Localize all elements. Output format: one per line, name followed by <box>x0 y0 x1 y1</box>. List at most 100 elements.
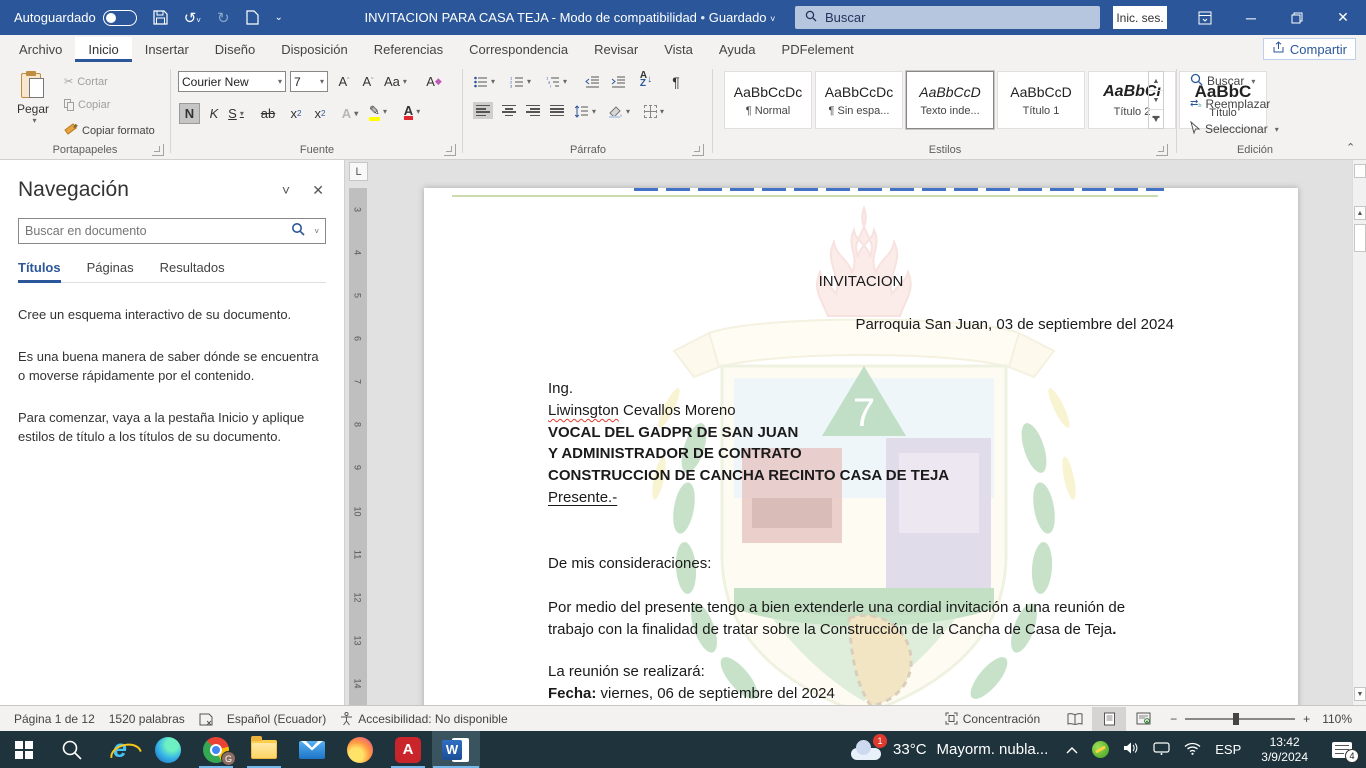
paragraph-dialog-launcher[interactable] <box>692 144 704 156</box>
superscript-button[interactable]: x2 <box>310 103 330 124</box>
new-document-icon[interactable] <box>246 10 259 25</box>
cast-tray-icon[interactable] <box>1153 742 1170 758</box>
search-options-chevron-icon[interactable]: ˅ <box>314 227 319 236</box>
word-count[interactable]: 1520 palabras <box>109 712 185 726</box>
antivirus-tray-icon[interactable] <box>1092 741 1109 758</box>
clipboard-dialog-launcher[interactable] <box>152 144 164 156</box>
document-search-box[interactable]: ˅ <box>18 218 326 244</box>
close-button[interactable]: ✕ <box>1320 0 1366 35</box>
tab-ayuda[interactable]: Ayuda <box>706 37 769 62</box>
sort-icon[interactable]: AZ↓ <box>636 69 656 90</box>
tab-diseno[interactable]: Diseño <box>202 37 268 62</box>
styles-scroll-down-icon[interactable]: ▼ <box>1149 90 1163 109</box>
page-indicator[interactable]: Página 1 de 12 <box>14 712 95 726</box>
pilcrow-icon[interactable]: ¶ <box>666 71 686 92</box>
numbering-icon[interactable]: 123▾ <box>510 71 531 92</box>
wifi-icon[interactable] <box>1184 742 1201 758</box>
volume-icon[interactable] <box>1123 741 1139 758</box>
style-normal[interactable]: AaBbCcDc¶ Normal <box>724 71 812 129</box>
document-page[interactable]: 7 <box>424 188 1298 705</box>
tab-pdfelement[interactable]: PDFelement <box>769 37 867 62</box>
web-layout-icon[interactable] <box>1126 707 1160 731</box>
styles-gallery-more-icon[interactable]: ▬▼ <box>1149 109 1163 128</box>
styles-scroll-up-icon[interactable]: ▲ <box>1149 72 1163 90</box>
vertical-scrollbar[interactable]: ▲ ▼ <box>1352 160 1366 705</box>
undo-icon[interactable]: ↺˅ <box>184 9 201 27</box>
zoom-thumb[interactable] <box>1233 713 1239 725</box>
scroll-down-icon[interactable]: ▼ <box>1354 687 1366 701</box>
doc-date-line[interactable]: Parroquia San Juan, 03 de septiembre del… <box>855 314 1174 336</box>
navpane-tab-paginas[interactable]: Páginas <box>87 260 134 283</box>
zoom-level[interactable]: 110% <box>1322 712 1352 726</box>
autosave-toggle[interactable] <box>103 10 137 26</box>
print-layout-icon[interactable] <box>1092 707 1126 731</box>
ribbon-display-options-icon[interactable] <box>1182 0 1228 35</box>
replace-button[interactable]: ⇄ᵇReemplazar <box>1190 97 1270 111</box>
navpane-tab-titulos[interactable]: Títulos <box>18 260 61 283</box>
decrease-indent-icon[interactable] <box>582 71 602 92</box>
tab-correspondencia[interactable]: Correspondencia <box>456 37 581 62</box>
search-icon[interactable] <box>291 222 305 241</box>
highlight-color-button[interactable]: ✎▾ <box>368 101 388 122</box>
font-size-combo[interactable]: 7▾ <box>290 71 328 92</box>
restore-button[interactable] <box>1274 0 1320 35</box>
zoom-in-icon[interactable]: + <box>1303 712 1310 726</box>
line-spacing-icon[interactable]: ▾ <box>574 101 596 122</box>
strikethrough-button[interactable]: ab <box>258 103 278 124</box>
select-button[interactable]: Seleccionar▾ <box>1190 121 1279 137</box>
find-button[interactable]: Buscar▾ <box>1190 73 1255 89</box>
document-search-input[interactable] <box>25 224 285 238</box>
navpane-tab-resultados[interactable]: Resultados <box>160 260 225 283</box>
read-mode-icon[interactable] <box>1058 707 1092 731</box>
align-right-button[interactable] <box>526 105 540 116</box>
align-center-button[interactable] <box>502 105 516 116</box>
subscript-button[interactable]: x2 <box>286 103 306 124</box>
language-tray[interactable]: ESP <box>1215 742 1241 757</box>
doc-salutation[interactable]: De mis consideraciones: <box>548 553 711 575</box>
scroll-up-icon[interactable]: ▲ <box>1354 206 1366 220</box>
bold-button[interactable]: N <box>179 103 200 124</box>
focus-mode-button[interactable]: Concentración <box>945 712 1040 726</box>
language-indicator[interactable]: Español (Ecuador) <box>227 712 326 726</box>
quick-access-chevron-icon[interactable]: ⌄ <box>275 12 283 23</box>
acrobat-icon[interactable]: A <box>384 731 432 768</box>
document-canvas[interactable]: 7 <box>368 160 1352 705</box>
shrink-font-icon[interactable]: Aˇ <box>358 71 378 92</box>
styles-dialog-launcher[interactable] <box>1156 144 1168 156</box>
tab-disposicion[interactable]: Disposición <box>268 37 360 62</box>
borders-icon[interactable]: ▾ <box>644 101 664 122</box>
word-icon[interactable]: W <box>432 731 480 768</box>
chrome-icon[interactable]: G <box>192 731 240 768</box>
tab-insertar[interactable]: Insertar <box>132 37 202 62</box>
bullets-icon[interactable]: ▾ <box>474 71 495 92</box>
accessibility-status[interactable]: Accesibilidad: No disponible <box>340 712 507 726</box>
tab-revisar[interactable]: Revisar <box>581 37 651 62</box>
multilevel-list-icon[interactable]: 1ai▾ <box>546 71 567 92</box>
format-painter-button[interactable]: Copiar formato <box>64 123 155 139</box>
style-texto-independiente[interactable]: AaBbCcDTexto inde... <box>906 71 994 129</box>
italic-button[interactable]: K <box>204 103 224 124</box>
weather-widget[interactable]: 1 33°C Mayorm. nubla... <box>849 740 1048 760</box>
file-explorer-icon[interactable] <box>240 731 288 768</box>
font-color-button[interactable]: A▾ <box>402 101 422 122</box>
tab-vista[interactable]: Vista <box>651 37 706 62</box>
edge-icon[interactable] <box>144 731 192 768</box>
save-icon[interactable] <box>153 10 168 25</box>
paste-chevron-icon[interactable]: ▾ <box>13 116 56 125</box>
mail-icon[interactable] <box>288 731 336 768</box>
doc-address-block[interactable]: Ing. Liwinsgton Cevallos Moreno VOCAL DE… <box>548 378 949 509</box>
increase-indent-icon[interactable] <box>608 71 628 92</box>
underline-button[interactable]: S▾ <box>226 103 246 124</box>
paste-button[interactable]: Pegar ▾ <box>10 71 56 125</box>
sign-in-button[interactable]: Inic. ses. <box>1113 6 1167 29</box>
scrollbar-thumb[interactable] <box>1354 224 1366 252</box>
start-button[interactable] <box>0 731 48 768</box>
ruler-toggle-button[interactable] <box>1354 164 1366 178</box>
tab-referencias[interactable]: Referencias <box>361 37 456 62</box>
tab-stop-selector[interactable]: L <box>349 162 368 181</box>
doc-body-paragraph[interactable]: Por medio del presente tengo a bien exte… <box>548 597 1125 641</box>
zoom-out-icon[interactable]: − <box>1170 712 1177 726</box>
internet-explorer-icon[interactable]: e <box>96 731 144 768</box>
change-case-icon[interactable]: Aa▾ <box>384 71 407 92</box>
doc-fecha-line[interactable]: Fecha: viernes, 06 de septiembre del 202… <box>548 683 835 705</box>
